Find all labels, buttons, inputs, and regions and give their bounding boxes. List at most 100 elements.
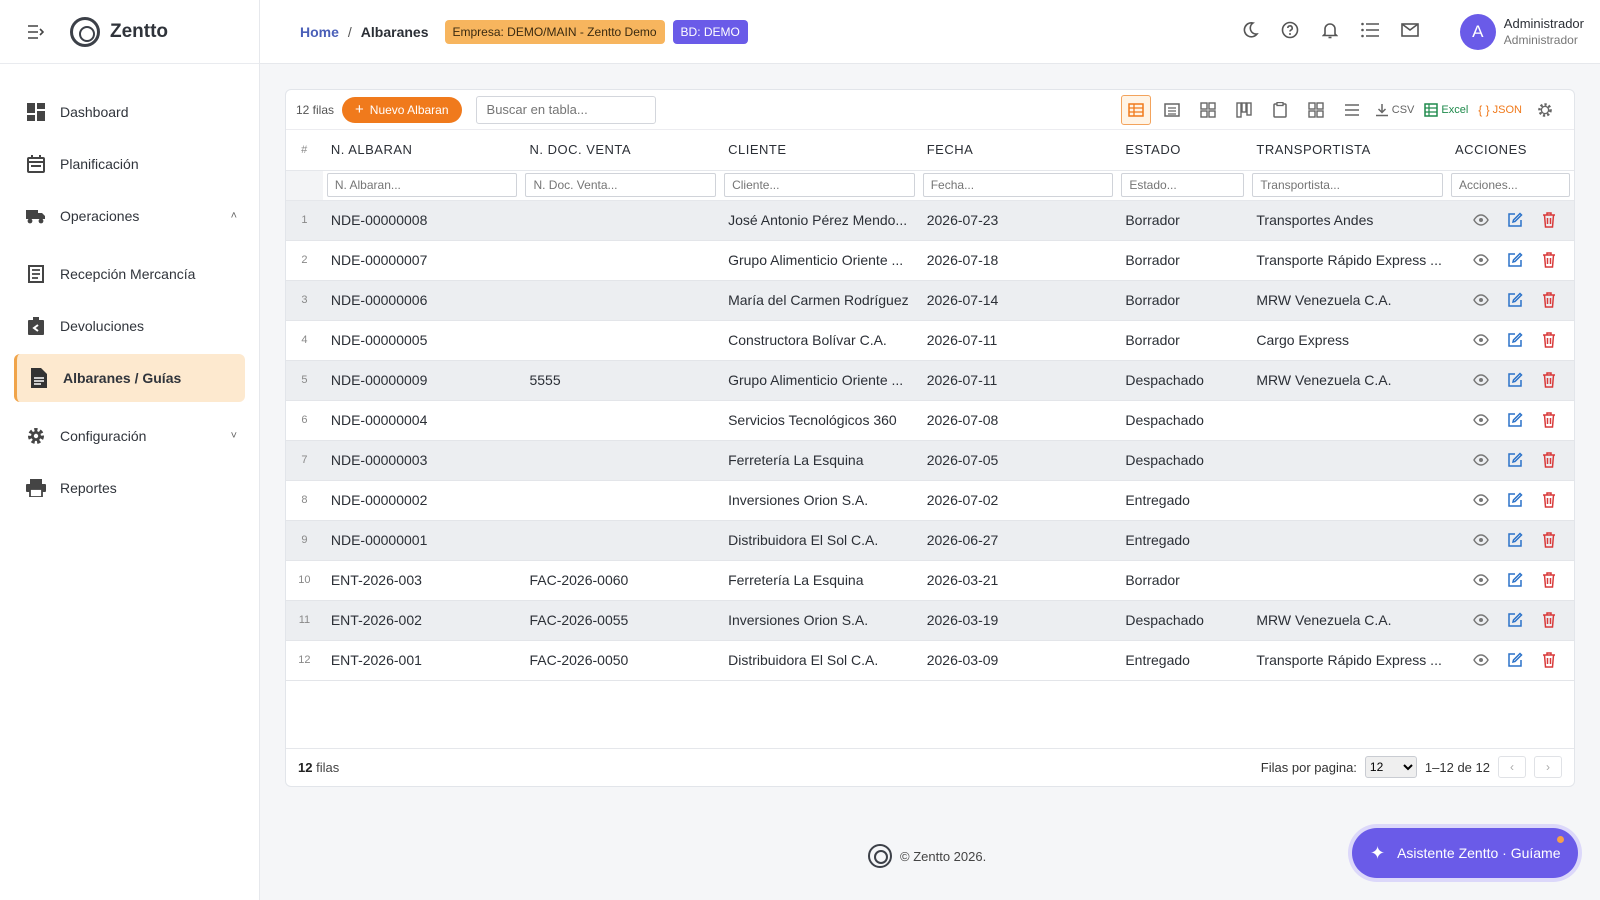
filter-acciones-input[interactable]: [1451, 173, 1570, 197]
filter-transportista-input[interactable]: [1252, 173, 1444, 197]
column-header-albaran[interactable]: N. ALBARAN: [322, 130, 522, 171]
delete-trash-icon[interactable]: [1539, 290, 1559, 310]
export-excel-button[interactable]: Excel: [1422, 95, 1470, 125]
edit-pencil-icon[interactable]: [1505, 450, 1525, 470]
table-row[interactable]: 11 ENT-2026-002 FAC-2026-0055 Inversiones O…: [286, 600, 1574, 641]
breadcrumb-home-link[interactable]: Home: [300, 24, 339, 40]
table-row[interactable]: 2 NDE-00000007 Grupo Alimenticio Oriente .…: [286, 240, 1574, 281]
filter-doc-venta-input[interactable]: [525, 173, 717, 197]
task-list-icon[interactable]: [1360, 20, 1380, 40]
export-csv-button[interactable]: CSV: [1373, 95, 1417, 125]
sidebar-item-dashboard[interactable]: Dashboard: [14, 88, 245, 136]
table-row[interactable]: 6 NDE-00000004 Servicios Tecnológicos 360 2…: [286, 400, 1574, 441]
sidebar-item-reportes[interactable]: Reportes: [14, 464, 245, 512]
sidebar-item-devoluciones[interactable]: Devoluciones: [14, 302, 245, 350]
card-view-icon[interactable]: [1193, 95, 1223, 125]
database-badge[interactable]: BD: DEMO: [672, 19, 748, 44]
filter-fecha-input[interactable]: [922, 173, 1114, 197]
cell-estado: Entregado: [1117, 520, 1249, 561]
column-header-cliente[interactable]: CLIENTE: [720, 130, 919, 171]
edit-pencil-icon[interactable]: [1505, 610, 1525, 630]
rows-per-page-select[interactable]: 12: [1364, 756, 1417, 778]
view-eye-icon[interactable]: [1471, 530, 1491, 550]
column-header-fecha[interactable]: FECHA: [918, 130, 1118, 171]
notifications-bell-icon[interactable]: [1320, 20, 1340, 40]
view-eye-icon[interactable]: [1471, 410, 1491, 430]
column-header-doc-venta[interactable]: N. DOC. VENTA: [521, 130, 721, 171]
view-eye-icon[interactable]: [1471, 650, 1491, 670]
view-eye-icon[interactable]: [1471, 570, 1491, 590]
view-eye-icon[interactable]: [1471, 250, 1491, 270]
delete-trash-icon[interactable]: [1539, 410, 1559, 430]
delete-trash-icon[interactable]: [1539, 530, 1559, 550]
delete-trash-icon[interactable]: [1539, 490, 1559, 510]
delete-trash-icon[interactable]: [1539, 250, 1559, 270]
delete-trash-icon[interactable]: [1539, 610, 1559, 630]
delete-trash-icon[interactable]: [1539, 570, 1559, 590]
edit-pencil-icon[interactable]: [1505, 330, 1525, 350]
clipboard-icon[interactable]: [1265, 95, 1295, 125]
assistant-button[interactable]: ✦ Asistente Zentto · Guíame: [1352, 828, 1578, 878]
edit-pencil-icon[interactable]: [1505, 250, 1525, 270]
empresa-badge[interactable]: Empresa: DEMO/MAIN - Zentto Demo: [444, 19, 665, 44]
row-density-icon[interactable]: [1337, 95, 1367, 125]
view-eye-icon[interactable]: [1471, 450, 1491, 470]
column-header-estado[interactable]: ESTADO: [1117, 130, 1249, 171]
delete-trash-icon[interactable]: [1539, 650, 1559, 670]
table-row[interactable]: 12 ENT-2026-001 FAC-2026-0050 Distribuidora…: [286, 640, 1574, 681]
collapse-menu-icon[interactable]: [26, 22, 46, 42]
filter-estado-input[interactable]: [1121, 173, 1245, 197]
edit-pencil-icon[interactable]: [1505, 410, 1525, 430]
edit-pencil-icon[interactable]: [1505, 530, 1525, 550]
new-albaran-button[interactable]: + Nuevo Albaran: [342, 96, 462, 123]
table-row[interactable]: 9 NDE-00000001 Distribuidora El Sol C.A. 20…: [286, 520, 1574, 561]
table-row[interactable]: 7 NDE-00000003 Ferretería La Esquina 2026-0…: [286, 440, 1574, 481]
next-page-button[interactable]: ›: [1534, 756, 1562, 778]
user-menu[interactable]: A Administrador Administrador: [1459, 14, 1584, 50]
edit-pencil-icon[interactable]: [1505, 650, 1525, 670]
sidebar-item-configuracion[interactable]: Configuración ˅: [14, 412, 245, 460]
dark-mode-moon-icon[interactable]: [1240, 20, 1260, 40]
delete-trash-icon[interactable]: [1539, 210, 1559, 230]
table-row[interactable]: 10 ENT-2026-003 FAC-2026-0060 Ferretería La…: [286, 560, 1574, 601]
previous-page-button[interactable]: ‹: [1498, 756, 1526, 778]
help-icon[interactable]: [1280, 20, 1300, 40]
table-view-icon[interactable]: [1120, 95, 1151, 125]
edit-pencil-icon[interactable]: [1505, 370, 1525, 390]
view-eye-icon[interactable]: [1471, 290, 1491, 310]
cell-transportista: Transportes Andes: [1248, 200, 1448, 241]
table-row[interactable]: 1 NDE-00000008 José Antonio Pérez Mendo...…: [286, 200, 1574, 241]
table-row[interactable]: 8 NDE-00000002 Inversiones Orion S.A. 2026-…: [286, 480, 1574, 521]
table-search-input[interactable]: [475, 95, 656, 124]
view-eye-icon[interactable]: [1471, 610, 1491, 630]
sidebar-item-planificacion[interactable]: Planificación: [14, 140, 245, 188]
filter-albaran-input[interactable]: [326, 173, 518, 197]
sidebar-item-operaciones[interactable]: Operaciones ˄: [14, 192, 245, 240]
filter-cliente-input[interactable]: [724, 173, 915, 197]
delete-trash-icon[interactable]: [1539, 330, 1559, 350]
table-row[interactable]: 4 NDE-00000005 Constructora Bolívar C.A. 20…: [286, 320, 1574, 361]
settings-gear-icon[interactable]: [1530, 95, 1560, 125]
delete-trash-icon[interactable]: [1539, 370, 1559, 390]
edit-pencil-icon[interactable]: [1505, 210, 1525, 230]
sidebar-item-albaranes[interactable]: Albaranes / Guías: [14, 354, 245, 402]
kanban-view-icon[interactable]: [1229, 95, 1259, 125]
export-json-button[interactable]: { } JSON: [1476, 95, 1524, 125]
mail-icon[interactable]: [1400, 20, 1420, 40]
table-row[interactable]: 3 NDE-00000006 María del Carmen Rodríguez 2…: [286, 280, 1574, 321]
pagination-range: 1–12 de 12: [1424, 759, 1490, 775]
view-eye-icon[interactable]: [1471, 490, 1491, 510]
view-eye-icon[interactable]: [1471, 210, 1491, 230]
cell-index: 9: [286, 520, 323, 561]
view-eye-icon[interactable]: [1471, 370, 1491, 390]
view-eye-icon[interactable]: [1471, 330, 1491, 350]
delete-trash-icon[interactable]: [1539, 450, 1559, 470]
edit-pencil-icon[interactable]: [1505, 490, 1525, 510]
table-row[interactable]: 5 NDE-00000009 5555 Grupo Alimenticio Orien…: [286, 360, 1574, 401]
grid-density-icon[interactable]: [1301, 95, 1331, 125]
edit-pencil-icon[interactable]: [1505, 570, 1525, 590]
column-header-transportista[interactable]: TRANSPORTISTA: [1248, 130, 1448, 171]
sidebar-item-recepcion[interactable]: Recepción Mercancía: [14, 250, 245, 298]
edit-pencil-icon[interactable]: [1505, 290, 1525, 310]
list-view-icon[interactable]: [1157, 95, 1187, 125]
